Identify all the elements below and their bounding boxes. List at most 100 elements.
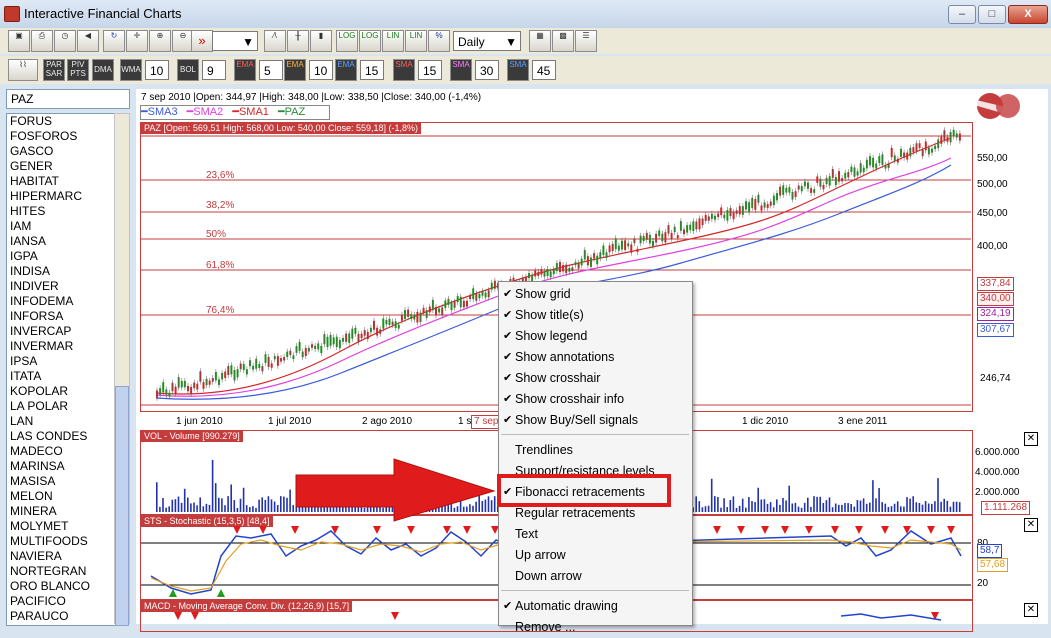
menu-item-show-grid[interactable]: ✔ Show grid	[499, 284, 692, 305]
symbol-list-item[interactable]: IPSA	[7, 354, 115, 369]
maximize-button[interactable]: □	[978, 5, 1006, 24]
sma1-button[interactable]: SMA	[393, 59, 415, 81]
symbol-list-item[interactable]: ORO BLANCO	[7, 579, 115, 594]
ema-period-input-3[interactable]: 15	[360, 60, 384, 80]
symbol-list-item[interactable]: HABITAT	[7, 174, 115, 189]
menu-item-show-buy-sell-signals[interactable]: ✔ Show Buy/Sell signals	[499, 410, 692, 431]
symbol-list-item[interactable]: GASCO	[7, 144, 115, 159]
bol-period-input[interactable]: 9	[202, 60, 226, 80]
color-palette-icon[interactable]: ▩	[552, 30, 574, 52]
lin-button-2[interactable]: LIN	[405, 30, 427, 52]
period-select[interactable]: Daily ▼	[453, 31, 521, 51]
symbol-list-item[interactable]: GENER	[7, 159, 115, 174]
symbol-list-item[interactable]: INVERMAR	[7, 339, 115, 354]
symbol-list-item[interactable]: NORTEGRAN	[7, 564, 115, 579]
zoom-in-icon[interactable]: ⊕	[149, 30, 171, 52]
refresh-icon[interactable]: ↻	[103, 30, 125, 52]
symbol-list-item[interactable]: NAVIERA	[7, 549, 115, 564]
save-icon[interactable]: ▣	[8, 30, 30, 52]
notes-icon[interactable]: ☰	[575, 30, 597, 52]
print-icon[interactable]: ⎙	[31, 30, 53, 52]
percent-button[interactable]: %	[428, 30, 450, 52]
menu-item-down-arrow[interactable]: Down arrow	[499, 566, 692, 587]
symbol-list-item[interactable]: FOSFOROS	[7, 129, 115, 144]
bar-chart-icon[interactable]: ╫	[287, 30, 309, 52]
symbol-list-scrollbar[interactable]	[114, 113, 130, 626]
candle-chart-icon[interactable]: ▮	[310, 30, 332, 52]
symbol-list-item[interactable]: ITATA	[7, 369, 115, 384]
speaker-icon[interactable]: ◀	[77, 30, 99, 52]
symbol-list-item[interactable]: MOLYMET	[7, 519, 115, 534]
sell-arrow	[713, 526, 721, 534]
menu-item-show-title-s[interactable]: ✔ Show title(s)	[499, 305, 692, 326]
menu-item-show-annotations[interactable]: ✔ Show annotations	[499, 347, 692, 368]
symbol-list[interactable]: FORUS FOSFOROS GASCO GENER HABITAT HIPERMARC H…	[6, 113, 116, 626]
clock-icon[interactable]: ◷	[54, 30, 76, 52]
sma2-period-input[interactable]: 30	[475, 60, 499, 80]
symbol-list-item[interactable]: MARINSA	[7, 459, 115, 474]
wma-button[interactable]: WMA	[120, 59, 142, 81]
symbol-list-item[interactable]: IANSA	[7, 234, 115, 249]
menu-item-show-crosshair-info[interactable]: ✔ Show crosshair info	[499, 389, 692, 410]
fast-forward-icon[interactable]: »	[191, 30, 213, 52]
ema-button-2[interactable]: EMA	[284, 59, 306, 81]
symbol-list-item[interactable]: IGPA	[7, 249, 115, 264]
symbol-list-item[interactable]: INDISA	[7, 264, 115, 279]
log-button-2[interactable]: LOG	[359, 30, 381, 52]
sma3-period-input[interactable]: 45	[532, 60, 556, 80]
symbol-list-item[interactable]: KOPOLAR	[7, 384, 115, 399]
scrollbar-thumb[interactable]	[115, 386, 129, 626]
ema-button-3[interactable]: EMA	[335, 59, 357, 81]
ema-period-input-2[interactable]: 10	[309, 60, 333, 80]
symbol-list-item[interactable]: FORUS	[7, 114, 115, 129]
symbol-list-item[interactable]: INFORSA	[7, 309, 115, 324]
piv-pts-button[interactable]: PIV PTS	[67, 59, 89, 81]
close-stochastic-panel-button[interactable]: ✕	[1024, 518, 1038, 532]
crosshair-icon[interactable]: ✛	[126, 30, 148, 52]
menu-item-text[interactable]: Text	[499, 524, 692, 545]
menu-item-show-crosshair[interactable]: ✔ Show crosshair	[499, 368, 692, 389]
log-button-1[interactable]: LOG	[336, 30, 358, 52]
menu-item-trendlines[interactable]: Trendlines	[499, 440, 692, 461]
symbol-list-item[interactable]: INDIVER	[7, 279, 115, 294]
symbol-list-item[interactable]: LA POLAR	[7, 399, 115, 414]
symbol-list-item[interactable]: MULTIFOODS	[7, 534, 115, 549]
lin-button-1[interactable]: LIN	[382, 30, 404, 52]
dma-button[interactable]: DMA	[92, 59, 114, 81]
symbol-list-item[interactable]: LAN	[7, 414, 115, 429]
symbol-list-item[interactable]: MADECO	[7, 444, 115, 459]
symbol-list-item[interactable]: MINERA	[7, 504, 115, 519]
symbol-list-item[interactable]: MASISA	[7, 474, 115, 489]
bol-button[interactable]: BOL	[177, 59, 199, 81]
volume-bar	[875, 498, 877, 512]
menu-item-up-arrow[interactable]: Up arrow	[499, 545, 692, 566]
symbol-list-item[interactable]: PARAUCO	[7, 609, 115, 624]
symbol-list-item[interactable]: INVERCAP	[7, 324, 115, 339]
symbol-list-item[interactable]: MELON	[7, 489, 115, 504]
sma3-button[interactable]: SMA	[507, 59, 529, 81]
ema-period-input-1[interactable]: 5	[259, 60, 283, 80]
symbol-list-item[interactable]: HIPERMARC	[7, 189, 115, 204]
symbol-list-item[interactable]: IAM	[7, 219, 115, 234]
symbol-search-input[interactable]: PAZ	[6, 89, 130, 109]
indicator-chart-icon[interactable]: ⌇⌇	[8, 59, 38, 81]
close-button[interactable]: X	[1008, 5, 1048, 24]
wma-period-input[interactable]: 10	[145, 60, 169, 80]
sma1-period-input[interactable]: 15	[418, 60, 442, 80]
line-chart-icon[interactable]: ⁄\	[264, 30, 286, 52]
zoom-select[interactable]: ▼	[212, 31, 258, 51]
chart-settings-icon[interactable]: ▦	[529, 30, 551, 52]
sma2-button[interactable]: SMA	[450, 59, 472, 81]
par-sar-button[interactable]: PAR SAR	[43, 59, 65, 81]
menu-item-show-legend[interactable]: ✔ Show legend	[499, 326, 692, 347]
symbol-list-item[interactable]: INFODEMA	[7, 294, 115, 309]
close-macd-panel-button[interactable]: ✕	[1024, 603, 1038, 617]
symbol-list-item[interactable]: HITES	[7, 204, 115, 219]
menu-item-automatic-drawing[interactable]: ✔ Automatic drawing	[499, 596, 692, 617]
ema-button-1[interactable]: EMA	[234, 59, 256, 81]
close-volume-panel-button[interactable]: ✕	[1024, 432, 1038, 446]
symbol-list-item[interactable]: LAS CONDES	[7, 429, 115, 444]
minimize-button[interactable]: –	[948, 5, 976, 24]
symbol-list-item[interactable]: PACIFICO	[7, 594, 115, 609]
menu-item-remove[interactable]: Remove ...	[499, 617, 692, 638]
